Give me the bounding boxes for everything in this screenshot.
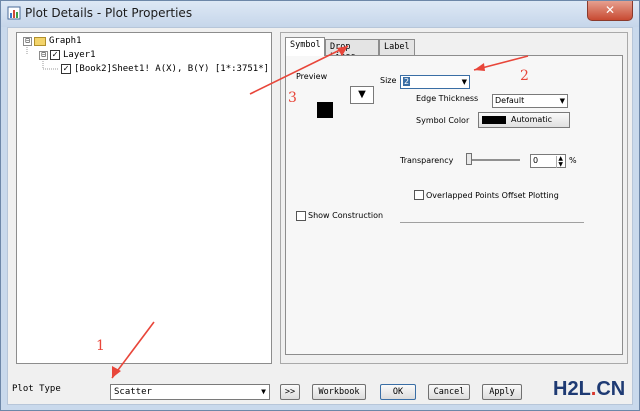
overlapped-checkbox[interactable] <box>414 190 424 200</box>
close-button[interactable]: ✕ <box>587 1 633 21</box>
symbol-color-label: Symbol Color <box>416 116 470 125</box>
collapse-icon[interactable]: ⊟ <box>39 50 48 60</box>
folder-icon <box>34 36 46 46</box>
apply-button[interactable]: Apply <box>482 384 522 400</box>
annotation-number-1: 1 <box>96 338 105 354</box>
transparency-input[interactable]: 0 ▲ ▼ <box>530 154 566 168</box>
size-label: Size <box>380 76 397 85</box>
dropdown-arrow-icon: ▼ <box>261 387 266 396</box>
site-watermark: H2L.CN <box>553 378 626 400</box>
transparency-slider-thumb[interactable] <box>466 153 472 165</box>
spin-arrows-icon[interactable]: ▲ ▼ <box>556 156 563 168</box>
workbook-button[interactable]: Workbook <box>312 384 366 400</box>
dropdown-arrow-icon: ▼ <box>559 97 565 105</box>
tree-item-graph1[interactable]: ⊟ Graph1 <box>23 36 82 46</box>
plot-type-label: Plot Type <box>12 384 61 394</box>
symbol-preview-swatch <box>317 102 333 118</box>
apply-label: Apply <box>489 387 515 397</box>
symbol-color-value: Automatic <box>511 115 553 124</box>
size-combo[interactable]: 2 ▼ <box>400 75 470 89</box>
ok-label: OK <box>392 387 404 397</box>
annotation-number-2: 2 <box>520 68 529 84</box>
divider <box>400 222 584 223</box>
tree-item-layer1[interactable]: ⊟ ✓ Layer1 <box>39 50 96 60</box>
tree-item-label: [Book2]Sheet1! A(X), B(Y) [1*:3751*] <box>74 64 270 74</box>
transparency-label: Transparency <box>400 156 454 165</box>
tree-item-label: Layer1 <box>63 50 96 60</box>
close-icon: ✕ <box>604 3 616 17</box>
symbol-shape-dropdown[interactable]: ▼ <box>350 86 374 104</box>
transparency-value: 0 <box>533 156 539 165</box>
window-title: Plot Details - Plot Properties <box>25 6 193 20</box>
expand-label: >> <box>284 387 296 397</box>
dropdown-arrow-icon: ▼ <box>358 89 366 100</box>
symbol-color-button[interactable]: Automatic <box>478 112 570 128</box>
tab-symbol[interactable]: Symbol <box>285 37 325 56</box>
workbook-label: Workbook <box>318 387 360 397</box>
tab-label: Label <box>384 42 410 52</box>
show-construction-label: Show Construction <box>308 211 384 220</box>
show-construction-checkbox[interactable] <box>296 211 306 221</box>
properties-pane: Symbol Drop Lines Label Preview ▼ Size 2… <box>280 32 628 364</box>
edge-thickness-label: Edge Thickness <box>416 94 479 103</box>
edge-thickness-combo[interactable]: Default ▼ <box>492 94 568 108</box>
plot-type-value: Scatter <box>114 387 152 397</box>
symbol-tab-panel: Preview ▼ Size 2 ▼ Edge Thickness Defaul… <box>285 55 623 355</box>
app-icon <box>7 6 21 20</box>
transparency-slider-track[interactable] <box>466 159 520 161</box>
tab-drop-lines[interactable]: Drop Lines <box>325 39 379 62</box>
overlapped-label: Overlapped Points Offset Plotting <box>426 191 559 200</box>
cancel-button[interactable]: Cancel <box>428 384 470 400</box>
edge-thickness-value: Default <box>495 96 525 105</box>
tree-item-label: Graph1 <box>49 36 82 46</box>
annotation-number-3: 3 <box>288 90 297 106</box>
dropdown-arrow-icon: ▼ <box>461 78 467 86</box>
plot-tree[interactable]: ⊟ Graph1 ⊟ ✓ Layer1 ✓ [Book2]Sheet1! A(X… <box>16 32 272 364</box>
title-bar: Plot Details - Plot Properties ✕ <box>1 1 639 27</box>
tab-label-page[interactable]: Label <box>379 39 415 55</box>
plot-type-combo[interactable]: Scatter ▼ <box>110 384 270 400</box>
preview-label: Preview <box>296 72 328 81</box>
expand-button[interactable]: >> <box>280 384 300 400</box>
tab-label: Symbol <box>290 40 321 50</box>
ok-button[interactable]: OK <box>380 384 416 400</box>
percent-unit: % <box>569 156 577 165</box>
collapse-icon[interactable]: ⊟ <box>23 36 32 46</box>
color-swatch <box>482 116 506 124</box>
tree-item-dataplot[interactable]: ✓ [Book2]Sheet1! A(X), B(Y) [1*:3751*] <box>61 64 269 74</box>
size-value: 2 <box>403 77 411 86</box>
dataplot-checkbox[interactable]: ✓ <box>61 64 71 74</box>
layer-checkbox[interactable]: ✓ <box>50 50 60 60</box>
cancel-label: Cancel <box>433 387 465 397</box>
